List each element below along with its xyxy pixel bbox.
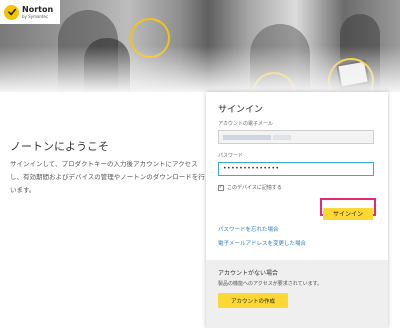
banner-fade (0, 46, 400, 92)
redacted-email (223, 135, 271, 140)
remember-label: このデバイスに記憶する (227, 185, 282, 191)
welcome-description: サインインして、プロダクトキーの入力後アカウントにアクセスし、有効期間およびデバ… (10, 160, 205, 194)
signin-button[interactable]: サインイン (323, 207, 373, 220)
forgot-password-link[interactable]: パスワードを忘れた場合 (218, 225, 279, 233)
signin-title: サインイン (218, 105, 264, 115)
password-label: パスワード (218, 153, 244, 159)
no-account-section: アカウントがない場合 製品の機能へのアクセスが要求されています。 アカウントの作… (206, 260, 388, 328)
redacted-email (273, 135, 291, 140)
no-account-heading: アカウントがない場合 (218, 270, 279, 277)
brand-name: Norton (22, 4, 54, 14)
signin-button-highlight: サインイン (320, 198, 376, 220)
email-label: アカウントの電子メール (218, 121, 274, 127)
changed-email-link[interactable]: 電子メールアドレスを変更した場合 (218, 239, 306, 247)
norton-logo: Norton by Symantec (0, 0, 60, 24)
email-field[interactable] (218, 130, 374, 144)
brand-wordmark: Norton by Symantec (22, 4, 54, 19)
remember-device-option[interactable]: ✓ このデバイスに記憶する (218, 184, 282, 191)
create-account-button[interactable]: アカウントの作成 (218, 293, 288, 308)
password-field[interactable]: •••••••••••••• (218, 162, 374, 176)
signin-card: サインイン アカウントの電子メール パスワード •••••••••••••• ✓… (206, 92, 388, 328)
no-account-description: 製品の機能へのアクセスが要求されています。 (218, 281, 323, 287)
remember-checkbox[interactable]: ✓ (218, 184, 224, 191)
checkmark-icon (4, 4, 19, 20)
hero-banner (0, 0, 400, 92)
brand-byline: by Symantec (22, 13, 49, 19)
welcome-title: ノートンにようこそ (10, 140, 109, 153)
